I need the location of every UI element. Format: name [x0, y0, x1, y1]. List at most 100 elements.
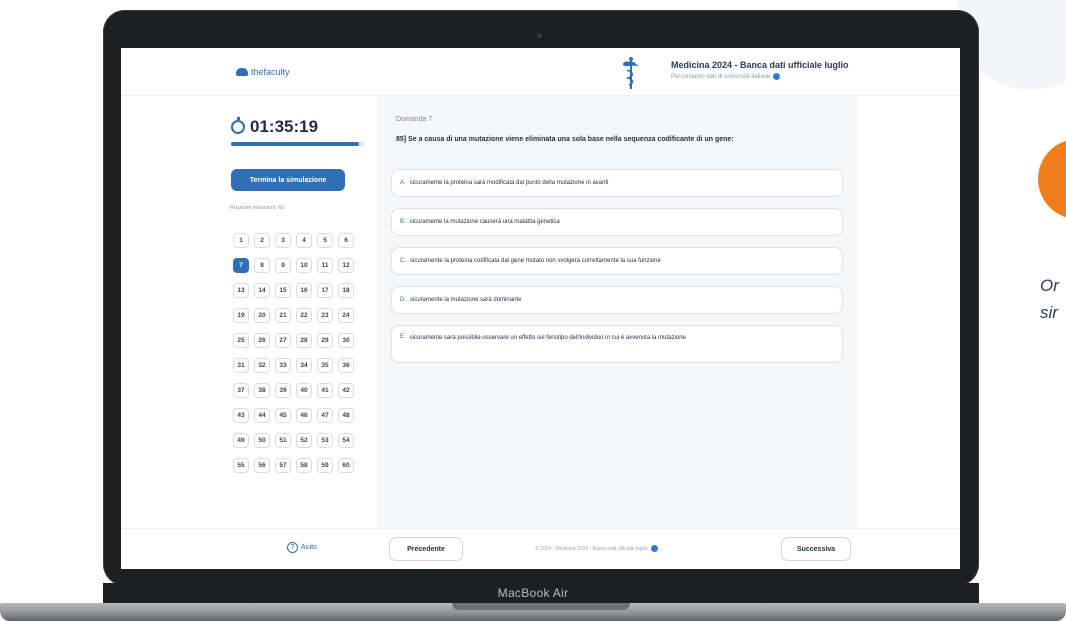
question-nav-button[interactable]: 44	[254, 408, 270, 423]
remaining-answers: Risposte mancanti: 60	[230, 205, 285, 211]
answer-text: sicuramente la mutazione sarà dominante	[410, 296, 522, 303]
question-nav-button[interactable]: 39	[275, 383, 291, 398]
side-caption: Or sir	[1040, 272, 1059, 326]
question-number: Domanda 7	[396, 116, 433, 123]
question-nav-button[interactable]: 12	[338, 258, 354, 273]
question-nav-button[interactable]: 52	[296, 433, 312, 448]
question-nav-button[interactable]: 18	[338, 283, 354, 298]
exam-subtitle: Percorsiamo dati di università italiane	[671, 73, 781, 80]
verified-icon	[650, 545, 658, 552]
question-nav-button[interactable]: 43	[233, 408, 249, 423]
answer-option-c[interactable]: C. sicuramente la proteina codificata da…	[391, 247, 843, 275]
question-nav-button[interactable]: 15	[275, 283, 291, 298]
question-nav-button[interactable]: 10	[296, 258, 312, 273]
answer-option-d[interactable]: D. sicuramente la mutazione sarà dominan…	[391, 286, 843, 314]
question-nav-button[interactable]: 4	[296, 233, 312, 248]
question-nav-button[interactable]: 37	[233, 383, 249, 398]
question-nav-button[interactable]: 56	[254, 458, 270, 473]
question-nav-button[interactable]: 22	[296, 308, 312, 323]
question-nav-button[interactable]: 5	[317, 233, 333, 248]
question-nav-button[interactable]: 42	[338, 383, 354, 398]
question-nav-button[interactable]: 35	[317, 358, 333, 373]
question-nav-button[interactable]: 31	[233, 358, 249, 373]
end-simulation-button[interactable]: Termina la simulazione	[231, 169, 345, 191]
answer-letter: A.	[400, 180, 406, 186]
question-nav-button[interactable]: 6	[338, 233, 354, 248]
exam-subtitle-text: Percorsiamo dati di università italiane	[671, 73, 771, 80]
question-nav-button[interactable]: 25	[233, 333, 249, 348]
page: Or sir thefaculty Medicina 2024 - Banca …	[0, 0, 1066, 621]
answer-option-e[interactable]: E. sicuramente sarà possibile osservare …	[391, 325, 843, 363]
footer-copyright-text: © 2024 - Medicina 2024 - Banca dati uffi…	[535, 545, 648, 552]
side-caption-line-1: Or	[1040, 276, 1059, 295]
answer-text: sicuramente la proteina codificata dal g…	[410, 257, 661, 264]
side-caption-line-2: sir	[1040, 303, 1058, 322]
timer-progress-fill	[231, 142, 359, 146]
question-nav-button[interactable]: 11	[317, 258, 333, 273]
question-nav-button[interactable]: 29	[317, 333, 333, 348]
question-nav-button[interactable]: 36	[338, 358, 354, 373]
question-nav-button[interactable]: 51	[275, 433, 291, 448]
question-nav-button[interactable]: 53	[317, 433, 333, 448]
question-nav-button[interactable]: 46	[296, 408, 312, 423]
question-nav-button[interactable]: 55	[233, 458, 249, 473]
question-nav-button[interactable]: 1	[233, 233, 249, 248]
question-nav-button[interactable]: 3	[275, 233, 291, 248]
question-nav-button[interactable]: 20	[254, 308, 270, 323]
question-nav-button[interactable]: 19	[233, 308, 249, 323]
question-nav-button[interactable]: 41	[317, 383, 333, 398]
question-nav-button[interactable]: 38	[254, 383, 270, 398]
question-text: 85] Se a causa di una mutazione viene el…	[396, 136, 734, 143]
question-nav-button[interactable]: 60	[338, 458, 354, 473]
question-nav-button[interactable]: 32	[254, 358, 270, 373]
question-nav-button[interactable]: 9	[275, 258, 291, 273]
answer-letter: C.	[400, 258, 406, 264]
question-nav-button[interactable]: 48	[338, 408, 354, 423]
question-nav-button[interactable]: 30	[338, 333, 354, 348]
question-nav-button[interactable]: 2	[254, 233, 270, 248]
logo[interactable]: thefaculty	[236, 67, 290, 77]
help-link[interactable]: ? Aiuto	[287, 542, 317, 553]
question-nav-button[interactable]: 40	[296, 383, 312, 398]
question-nav-button[interactable]: 59	[317, 458, 333, 473]
question-nav-button[interactable]: 49	[233, 433, 249, 448]
answer-option-b[interactable]: B. sicuramente la mutazione causerà una …	[391, 208, 843, 236]
question-nav-button[interactable]: 57	[275, 458, 291, 473]
question-nav-button[interactable]: 45	[275, 408, 291, 423]
timer-progress-bar	[231, 142, 364, 146]
question-navigator: 1 2 3 4 5 6 7 8 9 10 11 12 13 14 15 16 17 18 19 20 21 22 23 24 2…	[233, 233, 358, 473]
question-nav-button[interactable]: 23	[317, 308, 333, 323]
question-nav-button[interactable]: 58	[296, 458, 312, 473]
next-button[interactable]: Successiva	[781, 537, 851, 561]
question-nav-button[interactable]: 28	[296, 333, 312, 348]
answer-option-a[interactable]: A. sicuramente la proteina sarà modifica…	[391, 169, 843, 197]
question-nav-button[interactable]: 33	[275, 358, 291, 373]
previous-button[interactable]: Precedente	[389, 537, 463, 561]
question-nav-button[interactable]: 34	[296, 358, 312, 373]
question-nav-button[interactable]: 14	[254, 283, 270, 298]
question-nav-button[interactable]: 7	[233, 258, 249, 273]
answer-letter: B.	[400, 219, 406, 225]
question-nav-button[interactable]: 47	[317, 408, 333, 423]
question-nav-button[interactable]: 13	[233, 283, 249, 298]
footer-copyright: © 2024 - Medicina 2024 - Banca dati uffi…	[535, 545, 658, 552]
question-nav-button[interactable]: 27	[275, 333, 291, 348]
graduation-cap-icon	[236, 68, 248, 76]
app-header: thefaculty Medicina 2024 - Banca dati uf…	[121, 48, 960, 96]
answer-text: sicuramente la proteina sarà modificata …	[409, 179, 609, 186]
question-nav-button[interactable]: 26	[254, 333, 270, 348]
answer-text: sicuramente la mutazione causerà una mal…	[409, 218, 560, 225]
question-nav-button[interactable]: 54	[338, 433, 354, 448]
orange-circle-decoration	[1038, 139, 1066, 219]
question-nav-button[interactable]: 16	[296, 283, 312, 298]
question-nav-button[interactable]: 17	[317, 283, 333, 298]
answer-letter: D.	[400, 297, 406, 303]
question-nav-button[interactable]: 24	[338, 308, 354, 323]
question-nav-button[interactable]: 8	[254, 258, 270, 273]
answer-text: sicuramente sarà possibile osservare un …	[409, 335, 686, 341]
answer-letter: E.	[400, 334, 406, 340]
timer: 01:35:19	[231, 117, 318, 137]
question-nav-button[interactable]: 21	[275, 308, 291, 323]
verified-icon	[773, 73, 781, 80]
question-nav-button[interactable]: 50	[254, 433, 270, 448]
